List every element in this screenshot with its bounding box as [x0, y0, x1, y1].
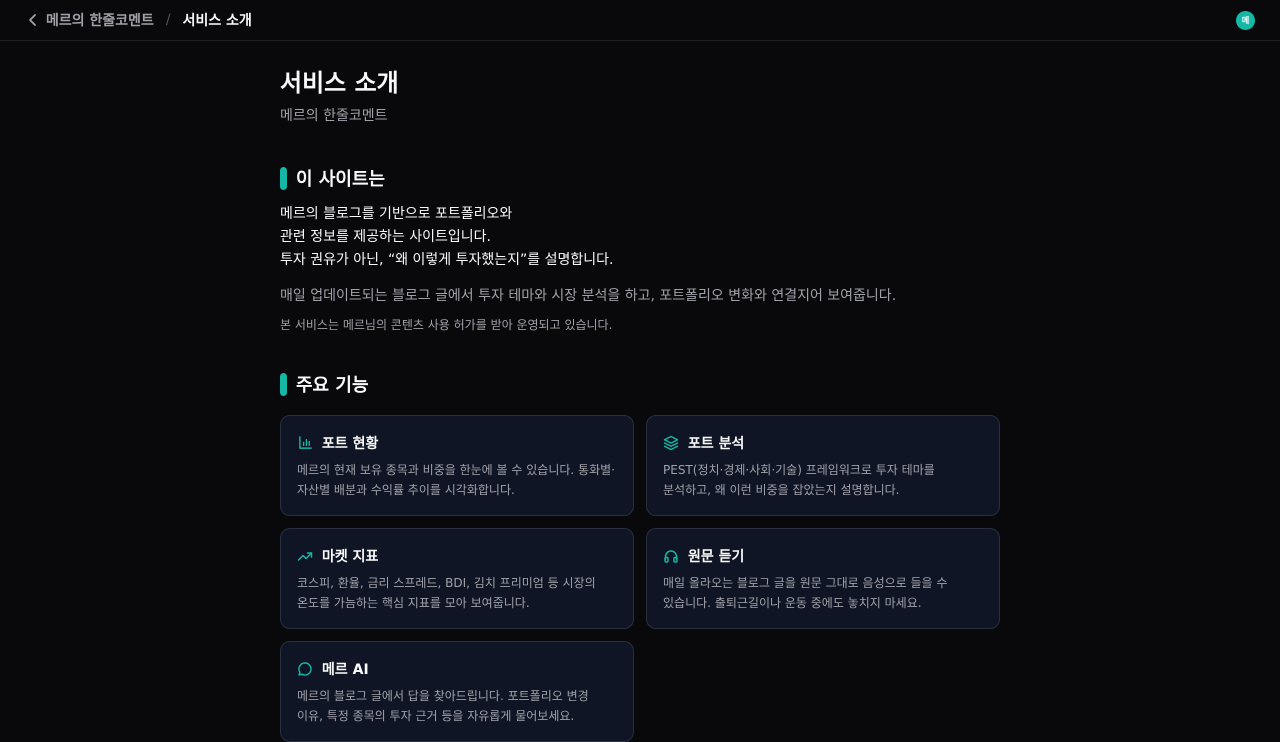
headphones-icon — [663, 548, 679, 564]
about-note: 본 서비스는 메르님의 콘텐츠 사용 허가를 받아 운영되고 있습니다. — [280, 318, 613, 332]
feature-card-header: 메르 AI — [297, 659, 617, 678]
feature-title: 포트 현황 — [322, 435, 379, 452]
about-intro: 메르의 블로그를 기반으로 포트폴리오와 관련 정보를 제공하는 사이트입니다.… — [280, 203, 613, 272]
back-button[interactable] — [26, 10, 40, 30]
feature-description: PEST(정치·경제·사회·기술) 프레임워크로 투자 테마를 분석하고, 왜 … — [663, 463, 935, 497]
feature-description: 메르의 블로그 글에서 답을 찾아드립니다. 포트폴리오 변경 이유, 특정 종… — [297, 689, 589, 723]
feature-title: 메르 AI — [322, 661, 369, 678]
top-bar: 메르의 한줄코멘트 / 서비스 소개 메 — [0, 0, 1280, 41]
about-section-heading: 이 사이트는 — [280, 166, 385, 190]
feature-description: 매일 올라오는 블로그 글을 원문 그대로 음성으로 들을 수 있습니다. 출퇴… — [663, 576, 948, 610]
about-section-title: 이 사이트는 — [296, 169, 386, 190]
feature-title: 마켓 지표 — [322, 548, 379, 565]
breadcrumb-current: 서비스 소개 — [182, 13, 252, 29]
feature-card-header: 포트 현황 — [297, 433, 617, 452]
avatar[interactable]: 메 — [1236, 11, 1255, 30]
feature-card-header: 마켓 지표 — [297, 546, 617, 565]
feature-card-portfolio-analysis[interactable]: 포트 분석 PEST(정치·경제·사회·기술) 프레임워크로 투자 테마를 분석… — [646, 415, 1000, 516]
layers-icon — [663, 435, 679, 451]
section-accent-bar — [280, 372, 287, 396]
feature-card-market-indicators[interactable]: 마켓 지표 코스피, 환율, 금리 스프레드, BDI, 김치 프리미엄 등 시… — [280, 528, 634, 629]
about-intro-line: 관련 정보를 제공하는 사이트입니다. — [280, 229, 491, 245]
chat-bubble-icon — [297, 661, 313, 677]
bar-chart-icon — [297, 435, 313, 451]
feature-card-portfolio-status[interactable]: 포트 현황 메르의 현재 보유 종목과 비중을 한눈에 볼 수 있습니다. 통화… — [280, 415, 634, 516]
feature-title: 원문 듣기 — [688, 548, 745, 565]
about-intro-line: 메르의 블로그를 기반으로 포트폴리오와 — [280, 206, 513, 222]
feature-description: 코스피, 환율, 금리 스프레드, BDI, 김치 프리미엄 등 시장의 온도를… — [297, 576, 596, 610]
feature-card-header: 포트 분석 — [663, 433, 983, 452]
feature-card-listen-original[interactable]: 원문 듣기 매일 올라오는 블로그 글을 원문 그대로 음성으로 들을 수 있습… — [646, 528, 1000, 629]
breadcrumb-separator: / — [165, 12, 171, 28]
features-section-heading: 주요 기능 — [280, 372, 369, 396]
feature-title: 포트 분석 — [688, 435, 745, 452]
page-title: 서비스 소개 — [280, 69, 399, 97]
feature-description: 메르의 현재 보유 종목과 비중을 한눈에 볼 수 있습니다. 통화별·자산별 … — [297, 463, 615, 497]
page-subtitle: 메르의 한줄코멘트 — [280, 108, 388, 124]
features-section-title: 주요 기능 — [296, 375, 369, 396]
chevron-left-icon — [29, 14, 36, 26]
section-accent-bar — [280, 166, 287, 190]
breadcrumb-parent-link[interactable]: 메르의 한줄코멘트 — [46, 10, 154, 30]
trending-up-icon — [297, 548, 313, 564]
feature-card-mer-ai[interactable]: 메르 AI 메르의 블로그 글에서 답을 찾아드립니다. 포트폴리오 변경 이유… — [280, 641, 634, 742]
feature-card-header: 원문 듣기 — [663, 546, 983, 565]
about-intro-line: 투자 권유가 아닌, “왜 이렇게 투자했는지”를 설명합니다. — [280, 252, 614, 268]
about-description: 매일 업데이트되는 블로그 글에서 투자 테마와 시장 분석을 하고, 포트폴리… — [280, 288, 897, 304]
